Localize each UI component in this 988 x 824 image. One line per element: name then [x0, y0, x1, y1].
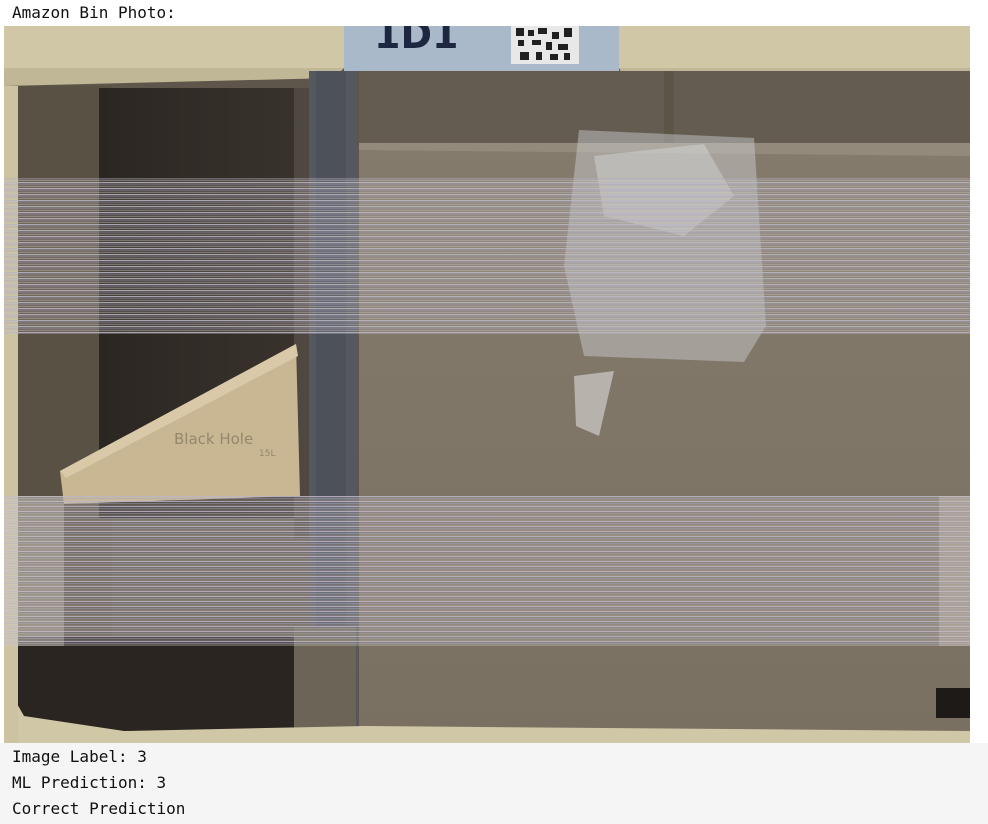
amazon-bin-photo: 1D1 Black Hole 15L	[4, 26, 970, 743]
bin-tag-text: 1D1	[374, 26, 458, 57]
prediction-verdict-line: Correct Prediction	[12, 799, 186, 818]
box-print-line1: Black Hole	[174, 430, 253, 448]
image-label-line: Image Label: 3	[12, 747, 147, 766]
bin-top-flap-left	[4, 26, 344, 68]
output-heading: Amazon Bin Photo:	[0, 0, 988, 26]
ml-prediction-line: ML Prediction: 3	[12, 773, 167, 792]
prediction-result-block: Image Label: 3 ML Prediction: 3 Correct …	[0, 743, 988, 824]
notebook-output-area: Amazon Bin Photo: 1D1 Black Hole 15L Ima…	[0, 0, 988, 824]
box-print-line2: 15L	[259, 449, 275, 459]
bin-top-flap-right	[619, 26, 970, 68]
